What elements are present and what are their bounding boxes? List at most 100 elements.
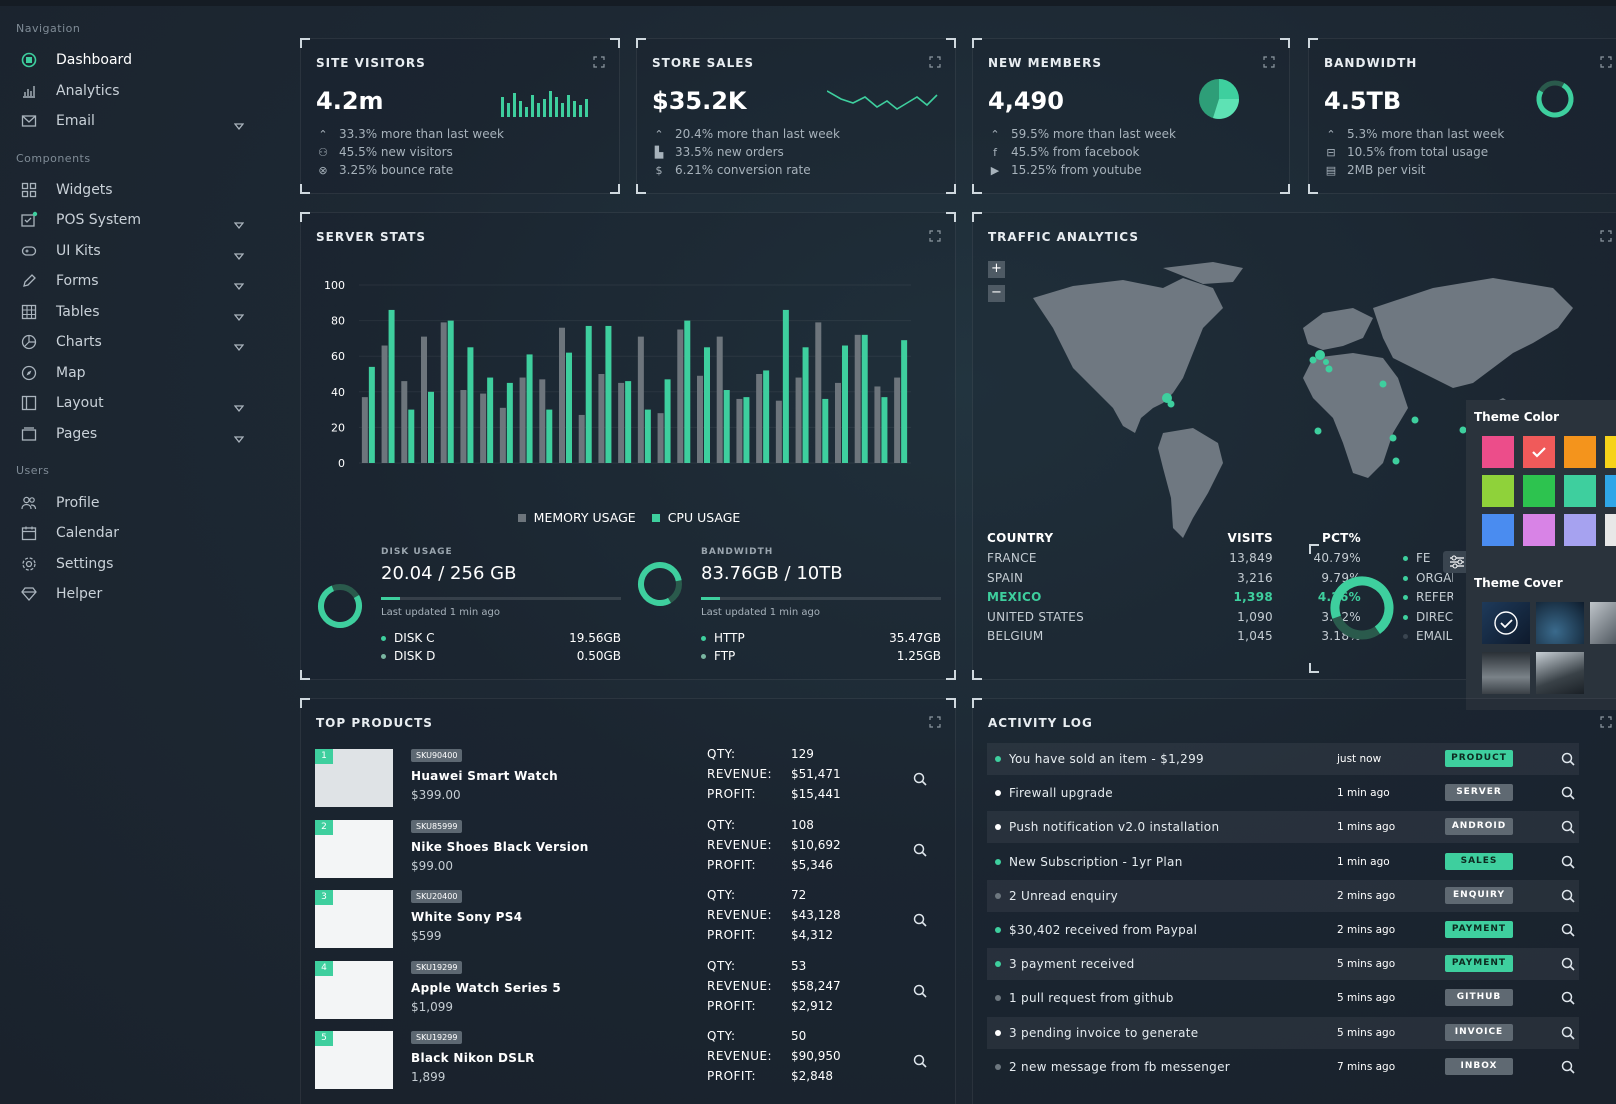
expand-icon[interactable]	[929, 716, 941, 728]
product-row[interactable]: 3 SKU20400 White Sony PS4 $599 QTY: 72 REVENUE…	[301, 888, 957, 948]
product-row[interactable]: 5 SKU19299 Black Nikon DSLR 1,899 QTY: 50 REVE…	[301, 1029, 957, 1089]
activity-row[interactable]: 3 payment received 5 mins ago PAYMENT	[987, 948, 1579, 981]
memory-usage-bar	[835, 382, 841, 463]
activity-text: New Subscription - 1yr Plan	[1009, 854, 1183, 869]
map-zoom-out-button[interactable]: −	[988, 285, 1005, 302]
expand-icon[interactable]	[1263, 56, 1275, 68]
activity-text: 3 pending invoice to generate	[1009, 1025, 1199, 1040]
product-price: $99.00	[411, 858, 453, 873]
theme-cover-option[interactable]	[1536, 602, 1584, 644]
search-icon[interactable]	[1561, 786, 1575, 800]
file-icon: ▤	[1325, 163, 1337, 177]
search-icon[interactable]	[913, 1053, 927, 1068]
theme-color-swatch[interactable]	[1564, 436, 1596, 468]
sidebar-item-widgets[interactable]: Widgets	[18, 176, 250, 204]
sidebar-item-layout[interactable]: Layout	[18, 389, 250, 417]
bandwidth-donut	[638, 562, 682, 606]
sidebar-item-calendar[interactable]: Calendar	[18, 519, 250, 547]
expand-icon[interactable]	[929, 230, 941, 242]
theme-color-swatch[interactable]	[1564, 475, 1596, 507]
sidebar-item-map[interactable]: Map	[18, 359, 250, 387]
search-icon[interactable]	[913, 842, 927, 857]
col-header-pct: PCT%	[1321, 531, 1361, 545]
kpi-line: ▤ 2MB per visit	[1325, 163, 1426, 177]
sidebar-item-label: Calendar	[56, 525, 119, 541]
product-name: White Sony PS4	[411, 910, 523, 924]
search-icon[interactable]	[1561, 889, 1575, 903]
source-dot	[1403, 595, 1408, 601]
activity-row[interactable]: 3 pending invoice to generate 5 mins ago I…	[987, 1016, 1579, 1049]
activity-time: 2 mins ago	[1337, 924, 1396, 936]
expand-icon[interactable]	[593, 56, 605, 68]
search-icon[interactable]	[1561, 991, 1575, 1005]
search-icon[interactable]	[913, 983, 927, 998]
search-icon[interactable]	[913, 912, 927, 927]
activity-row[interactable]: Push notification v2.0 installation 1 min…	[987, 811, 1579, 844]
theme-color-swatch[interactable]	[1482, 514, 1514, 546]
theme-color-swatch[interactable]	[1605, 514, 1616, 546]
activity-time: 7 mins ago	[1337, 1060, 1396, 1073]
sidebar-item-pages[interactable]: Pages	[18, 420, 250, 448]
activity-row[interactable]: New Subscription - 1yr Plan 1 min ago SALE…	[987, 846, 1579, 878]
expand-icon[interactable]	[1600, 716, 1612, 728]
sidebar-item-label: Forms	[56, 273, 99, 289]
search-icon[interactable]	[1561, 855, 1575, 869]
calendar-icon	[18, 522, 40, 544]
activity-row[interactable]: 2 Unread enquiry 2 mins ago ENQUIRY	[987, 879, 1579, 912]
search-icon[interactable]	[1561, 1060, 1575, 1074]
sidebar-item-profile[interactable]: Profile	[18, 489, 250, 517]
map-zoom-in-button[interactable]: +	[988, 261, 1005, 278]
expand-icon[interactable]	[929, 56, 941, 68]
sidebar-item-helper[interactable]: Helper	[18, 580, 250, 608]
theme-color-swatch[interactable]	[1523, 475, 1555, 507]
search-icon[interactable]	[1561, 957, 1575, 971]
memory-usage-bar	[697, 375, 703, 463]
search-icon[interactable]	[913, 771, 927, 786]
y-tick-label: 0	[338, 457, 345, 470]
product-row[interactable]: 1 SKU90400 Huawei Smart Watch $399.00 QTY: 12…	[301, 747, 957, 807]
cpu-usage-bar	[428, 391, 434, 463]
theme-color-swatch[interactable]	[1523, 514, 1555, 546]
sidebar-item-dashboard[interactable]: Dashboard	[18, 46, 250, 74]
theme-cover-option[interactable]	[1482, 652, 1530, 694]
expand-icon[interactable]	[1600, 230, 1612, 242]
activity-row[interactable]: You have sold an item - $1,299 just now PR…	[987, 743, 1579, 775]
product-profit-label: PROFIT:	[707, 928, 757, 942]
theme-color-swatch[interactable]	[1482, 475, 1514, 507]
search-icon[interactable]	[1561, 923, 1575, 937]
product-qty-value: 53	[791, 958, 807, 973]
kpi-line: $6.21% conversion rate	[652, 163, 811, 177]
theme-cover-option[interactable]	[1590, 602, 1616, 644]
sidebar-item-charts[interactable]: Charts	[18, 328, 250, 356]
search-icon[interactable]	[1561, 820, 1575, 834]
theme-cover-option[interactable]	[1482, 602, 1530, 644]
sidebar-item-tables[interactable]: Tables	[18, 298, 250, 326]
theme-cover-option[interactable]	[1536, 652, 1584, 694]
activity-row[interactable]: Firewall upgrade 1 min ago SERVER	[987, 777, 1579, 809]
theme-color-swatch[interactable]	[1523, 436, 1555, 468]
memory-usage-bar	[421, 336, 427, 463]
sidebar-item-pos-system[interactable]: POS System	[18, 206, 250, 234]
expand-icon[interactable]	[1600, 56, 1612, 68]
theme-color-swatch[interactable]	[1605, 436, 1616, 468]
sidebar-item-email[interactable]: Email	[18, 107, 250, 135]
sidebar-item-analytics[interactable]: Analytics	[18, 77, 250, 105]
search-icon[interactable]	[1561, 752, 1575, 766]
activity-row[interactable]: 2 new message from fb messenger 7 mins ag…	[987, 1051, 1579, 1083]
activity-row[interactable]: $30,402 received from Paypal 2 mins ago PA…	[987, 914, 1579, 946]
cpu-usage-bar	[526, 354, 533, 463]
activity-row[interactable]: 1 pull request from github 5 mins ago GITH…	[987, 982, 1579, 1014]
activity-badge: ANDROID	[1445, 818, 1513, 836]
cpu-usage-bar	[881, 397, 888, 463]
sidebar-item-settings[interactable]: Settings	[18, 550, 250, 578]
theme-color-swatch[interactable]	[1482, 436, 1514, 468]
sidebar-item-ui-kits[interactable]: UI Kits	[18, 237, 250, 265]
theme-color-swatch[interactable]	[1564, 514, 1596, 546]
theme-color-swatch[interactable]	[1605, 475, 1616, 507]
compass-icon	[18, 362, 40, 384]
sidebar-item-forms[interactable]: Forms	[18, 267, 250, 295]
search-icon[interactable]	[1561, 1026, 1575, 1040]
cpu-usage-bar	[842, 345, 848, 463]
product-row[interactable]: 4 SKU19299 Apple Watch Series 5 $1,099 QTY: 5…	[301, 959, 957, 1019]
product-row[interactable]: 2 SKU85999 Nike Shoes Black Version $99.00 Q…	[301, 818, 957, 878]
